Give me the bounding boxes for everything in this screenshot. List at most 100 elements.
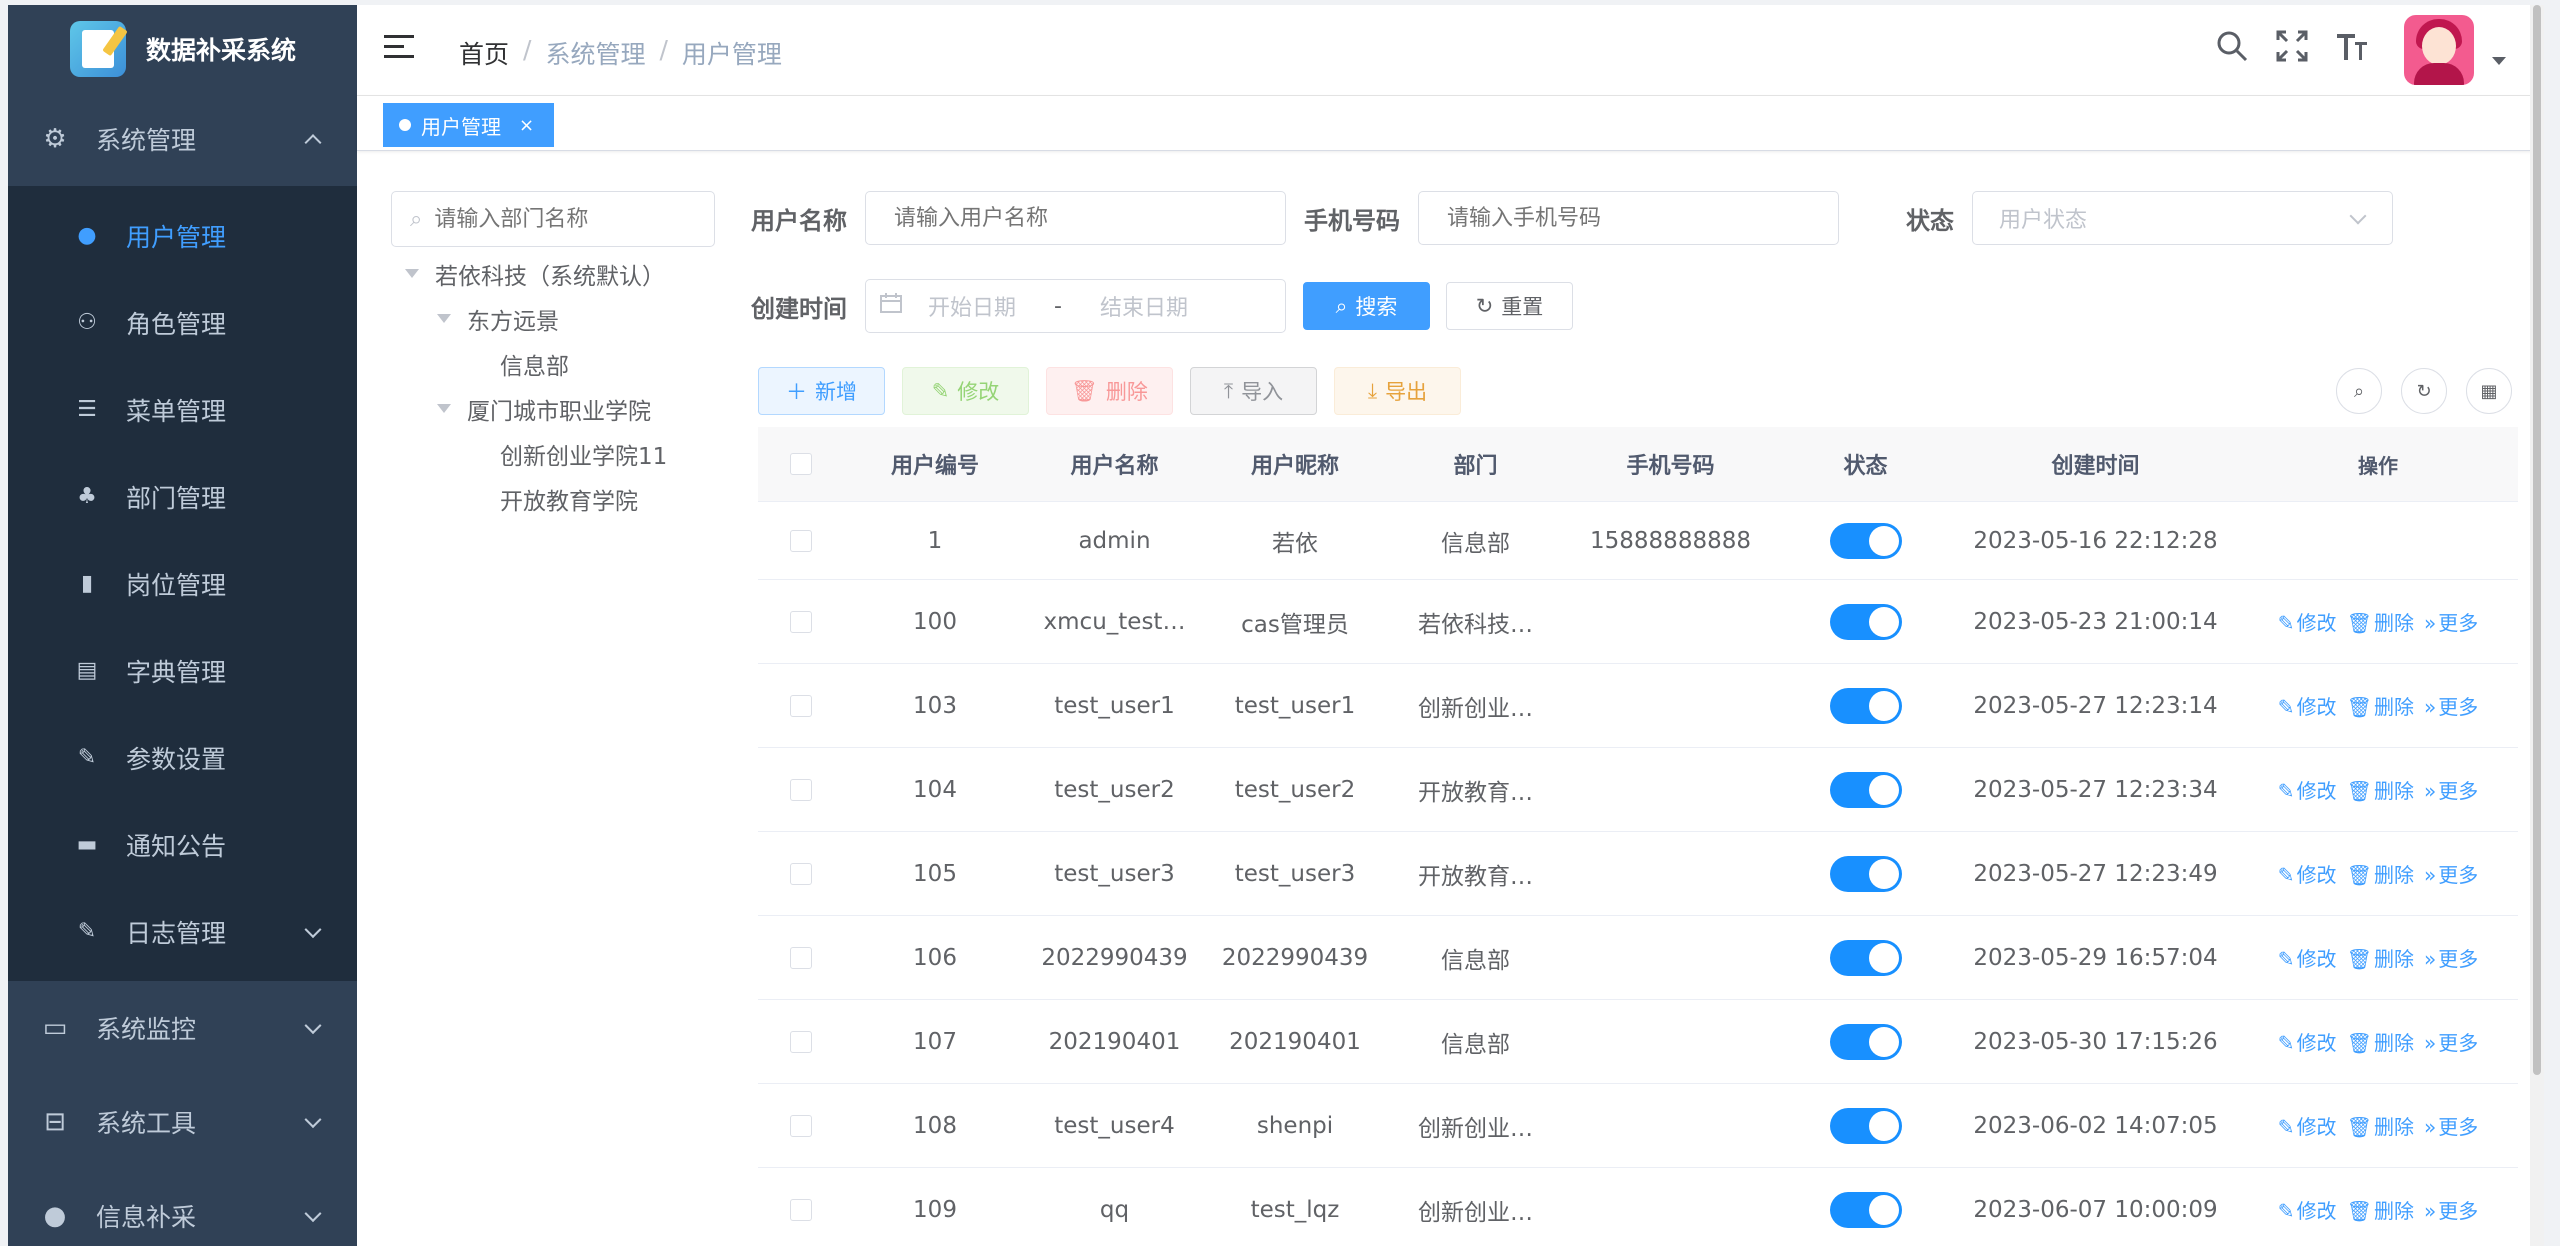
hamburger-icon[interactable]: [384, 35, 414, 61]
row-edit-link[interactable]: ✎ 修改: [2278, 775, 2337, 804]
sidebar-item-notice[interactable]: ▬ 通知公告: [8, 801, 357, 888]
avatar[interactable]: [2404, 15, 2474, 85]
row-checkbox[interactable]: [758, 862, 843, 885]
tree-node-dfyj[interactable]: 东方远景: [405, 296, 667, 341]
sidebar-item-dept[interactable]: ♣ 部门管理: [8, 453, 357, 540]
status-switch[interactable]: [1778, 1191, 1953, 1228]
import-button[interactable]: ⤒ 导入: [1190, 367, 1317, 415]
status-switch[interactable]: [1778, 522, 1953, 559]
toggle-search-button[interactable]: ⌕: [2336, 368, 2382, 414]
phone-input[interactable]: [1418, 191, 1839, 245]
status-switch[interactable]: [1778, 1107, 1953, 1144]
row-checkbox[interactable]: [758, 1198, 843, 1221]
status-switch[interactable]: [1778, 771, 1953, 808]
row-more-link[interactable]: » 更多: [2424, 691, 2478, 720]
row-delete-link[interactable]: 🗑 删除: [2347, 1195, 2414, 1224]
row-edit-link[interactable]: ✎ 修改: [2278, 1027, 2337, 1056]
switch-toggle[interactable]: [1829, 687, 1902, 724]
status-switch[interactable]: [1778, 687, 1953, 724]
status-switch[interactable]: [1778, 939, 1953, 976]
row-checkbox[interactable]: [758, 1030, 843, 1053]
caret-down-icon[interactable]: [405, 269, 419, 278]
status-switch[interactable]: [1778, 855, 1953, 892]
row-edit-link[interactable]: ✎ 修改: [2278, 943, 2337, 972]
menu-group-info[interactable]: ● 信息补采: [8, 1169, 357, 1246]
row-more-link[interactable]: » 更多: [2424, 1111, 2478, 1140]
scrollbar[interactable]: [2530, 5, 2544, 1246]
sidebar-item-menu[interactable]: ☰ 菜单管理: [8, 366, 357, 453]
caret-down-icon[interactable]: [437, 404, 451, 413]
menu-group-system[interactable]: ⚙ 系统管理: [8, 92, 357, 186]
switch-toggle[interactable]: [1829, 939, 1902, 976]
switch-toggle[interactable]: [1829, 855, 1902, 892]
tag-user-management[interactable]: 用户管理 ×: [383, 103, 555, 147]
row-delete-link[interactable]: 🗑 删除: [2347, 607, 2414, 636]
row-more-link[interactable]: » 更多: [2424, 1195, 2478, 1224]
row-checkbox[interactable]: [758, 610, 843, 633]
breadcrumb-home[interactable]: 首页: [459, 35, 509, 71]
switch-toggle[interactable]: [1829, 1191, 1902, 1228]
start-date-placeholder[interactable]: 开始日期: [928, 290, 1016, 322]
row-edit-link[interactable]: ✎ 修改: [2278, 1195, 2337, 1224]
fullscreen-icon[interactable]: [2262, 30, 2322, 70]
row-more-link[interactable]: » 更多: [2424, 775, 2478, 804]
phone-field[interactable]: [1445, 204, 1803, 232]
reset-button[interactable]: ↻ 重置: [1446, 282, 1573, 330]
row-delete-link[interactable]: 🗑 删除: [2347, 859, 2414, 888]
row-checkbox[interactable]: [758, 529, 843, 552]
switch-toggle[interactable]: [1829, 771, 1902, 808]
row-more-link[interactable]: » 更多: [2424, 859, 2478, 888]
tree-node-info[interactable]: 信息部: [405, 341, 667, 386]
menu-group-tools[interactable]: ⊟ 系统工具: [8, 1075, 357, 1169]
close-icon[interactable]: ×: [519, 115, 534, 136]
username-input[interactable]: [865, 191, 1286, 245]
username-field[interactable]: [892, 204, 1250, 232]
row-delete-link[interactable]: 🗑 删除: [2347, 1111, 2414, 1140]
status-switch[interactable]: [1778, 1023, 1953, 1060]
end-date-placeholder[interactable]: 结束日期: [1100, 290, 1188, 322]
add-button[interactable]: ＋ 新增: [758, 367, 885, 415]
export-button[interactable]: ⤓ 导出: [1334, 367, 1461, 415]
sidebar-item-user[interactable]: ● 用户管理: [8, 192, 357, 279]
search-button[interactable]: ⌕ 搜索: [1303, 282, 1430, 330]
tree-node-root[interactable]: 若依科技（系统默认）: [405, 251, 667, 296]
tree-node-innovation[interactable]: 创新创业学院11: [405, 431, 667, 476]
refresh-button[interactable]: ↻: [2401, 368, 2447, 414]
tree-node-xmcu[interactable]: 厦门城市职业学院: [405, 386, 667, 431]
row-checkbox[interactable]: [758, 1114, 843, 1137]
font-size-icon[interactable]: [2322, 30, 2382, 70]
sidebar-item-post[interactable]: ▮ 岗位管理: [8, 540, 357, 627]
search-icon[interactable]: [2202, 30, 2262, 70]
tree-node-open[interactable]: 开放教育学院: [405, 476, 667, 521]
row-checkbox[interactable]: [758, 778, 843, 801]
menu-group-monitor[interactable]: ▭ 系统监控: [8, 981, 357, 1075]
switch-toggle[interactable]: [1829, 603, 1902, 640]
row-edit-link[interactable]: ✎ 修改: [2278, 607, 2337, 636]
switch-toggle[interactable]: [1829, 1107, 1902, 1144]
row-delete-link[interactable]: 🗑 删除: [2347, 775, 2414, 804]
sidebar-item-config[interactable]: ✎ 参数设置: [8, 714, 357, 801]
logo[interactable]: 数据补采系统: [8, 5, 357, 92]
row-edit-link[interactable]: ✎ 修改: [2278, 691, 2337, 720]
row-delete-link[interactable]: 🗑 删除: [2347, 691, 2414, 720]
row-checkbox[interactable]: [758, 946, 843, 969]
row-more-link[interactable]: » 更多: [2424, 1027, 2478, 1056]
caret-down-icon[interactable]: [437, 314, 451, 323]
edit-button[interactable]: ✎ 修改: [902, 367, 1029, 415]
sidebar-item-role[interactable]: ⚇ 角色管理: [8, 279, 357, 366]
row-checkbox[interactable]: [758, 694, 843, 717]
date-range-picker[interactable]: 开始日期 - 结束日期: [865, 279, 1286, 333]
caret-down-icon[interactable]: [2492, 57, 2506, 65]
status-select[interactable]: 用户状态: [1972, 191, 2393, 245]
dept-search-input[interactable]: ⌕: [391, 191, 715, 247]
columns-button[interactable]: ▦: [2466, 368, 2512, 414]
sidebar-item-dict[interactable]: ▤ 字典管理: [8, 627, 357, 714]
switch-toggle[interactable]: [1829, 1023, 1902, 1060]
row-edit-link[interactable]: ✎ 修改: [2278, 1111, 2337, 1140]
switch-toggle[interactable]: [1829, 522, 1902, 559]
select-all-checkbox[interactable]: [758, 453, 843, 475]
row-more-link[interactable]: » 更多: [2424, 943, 2478, 972]
row-delete-link[interactable]: 🗑 删除: [2347, 943, 2414, 972]
status-switch[interactable]: [1778, 603, 1953, 640]
delete-button[interactable]: 🗑 删除: [1046, 367, 1173, 415]
